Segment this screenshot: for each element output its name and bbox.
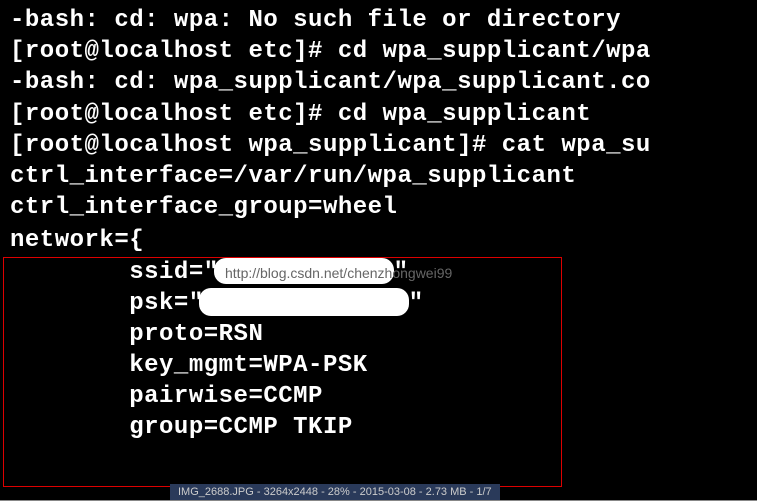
terminal-line: [root@localhost wpa_supplicant]# cat wpa… [10, 130, 757, 161]
terminal-line: [root@localhost etc]# cd wpa_supplicant [10, 99, 757, 130]
watermark-text: http://blog.csdn.net/chenzhongwei99 [225, 264, 452, 282]
psk-line: psk=" " [10, 288, 757, 319]
terminal-line: [root@localhost etc]# cd wpa_supplicant/… [10, 36, 757, 67]
terminal-window[interactable]: -bash: cd: wpa: No such file or director… [0, 0, 757, 501]
terminal-line: -bash: cd: wpa: No such file or director… [10, 5, 757, 36]
image-viewer-status: IMG_2688.JPG - 3264x2448 - 28% - 2015-03… [170, 484, 500, 500]
pairwise-line: pairwise=CCMP [10, 381, 757, 412]
terminal-line: ctrl_interface=/var/run/wpa_supplicant [10, 161, 757, 192]
group-line: group=CCMP TKIP [10, 412, 757, 443]
network-open: network={ [10, 225, 757, 256]
network-config-block: network={ ssid=" " psk=" " proto=RSN key_m… [10, 225, 757, 443]
terminal-line: -bash: cd: wpa_supplicant/wpa_supplicant… [10, 67, 757, 98]
keymgmt-line: key_mgmt=WPA-PSK [10, 350, 757, 381]
proto-line: proto=RSN [10, 319, 757, 350]
terminal-line: ctrl_interface_group=wheel [10, 192, 757, 223]
psk-suffix: " [409, 290, 424, 317]
psk-prefix: psk=" [10, 290, 204, 317]
redacted-psk [199, 288, 409, 316]
ssid-prefix: ssid=" [10, 259, 219, 286]
